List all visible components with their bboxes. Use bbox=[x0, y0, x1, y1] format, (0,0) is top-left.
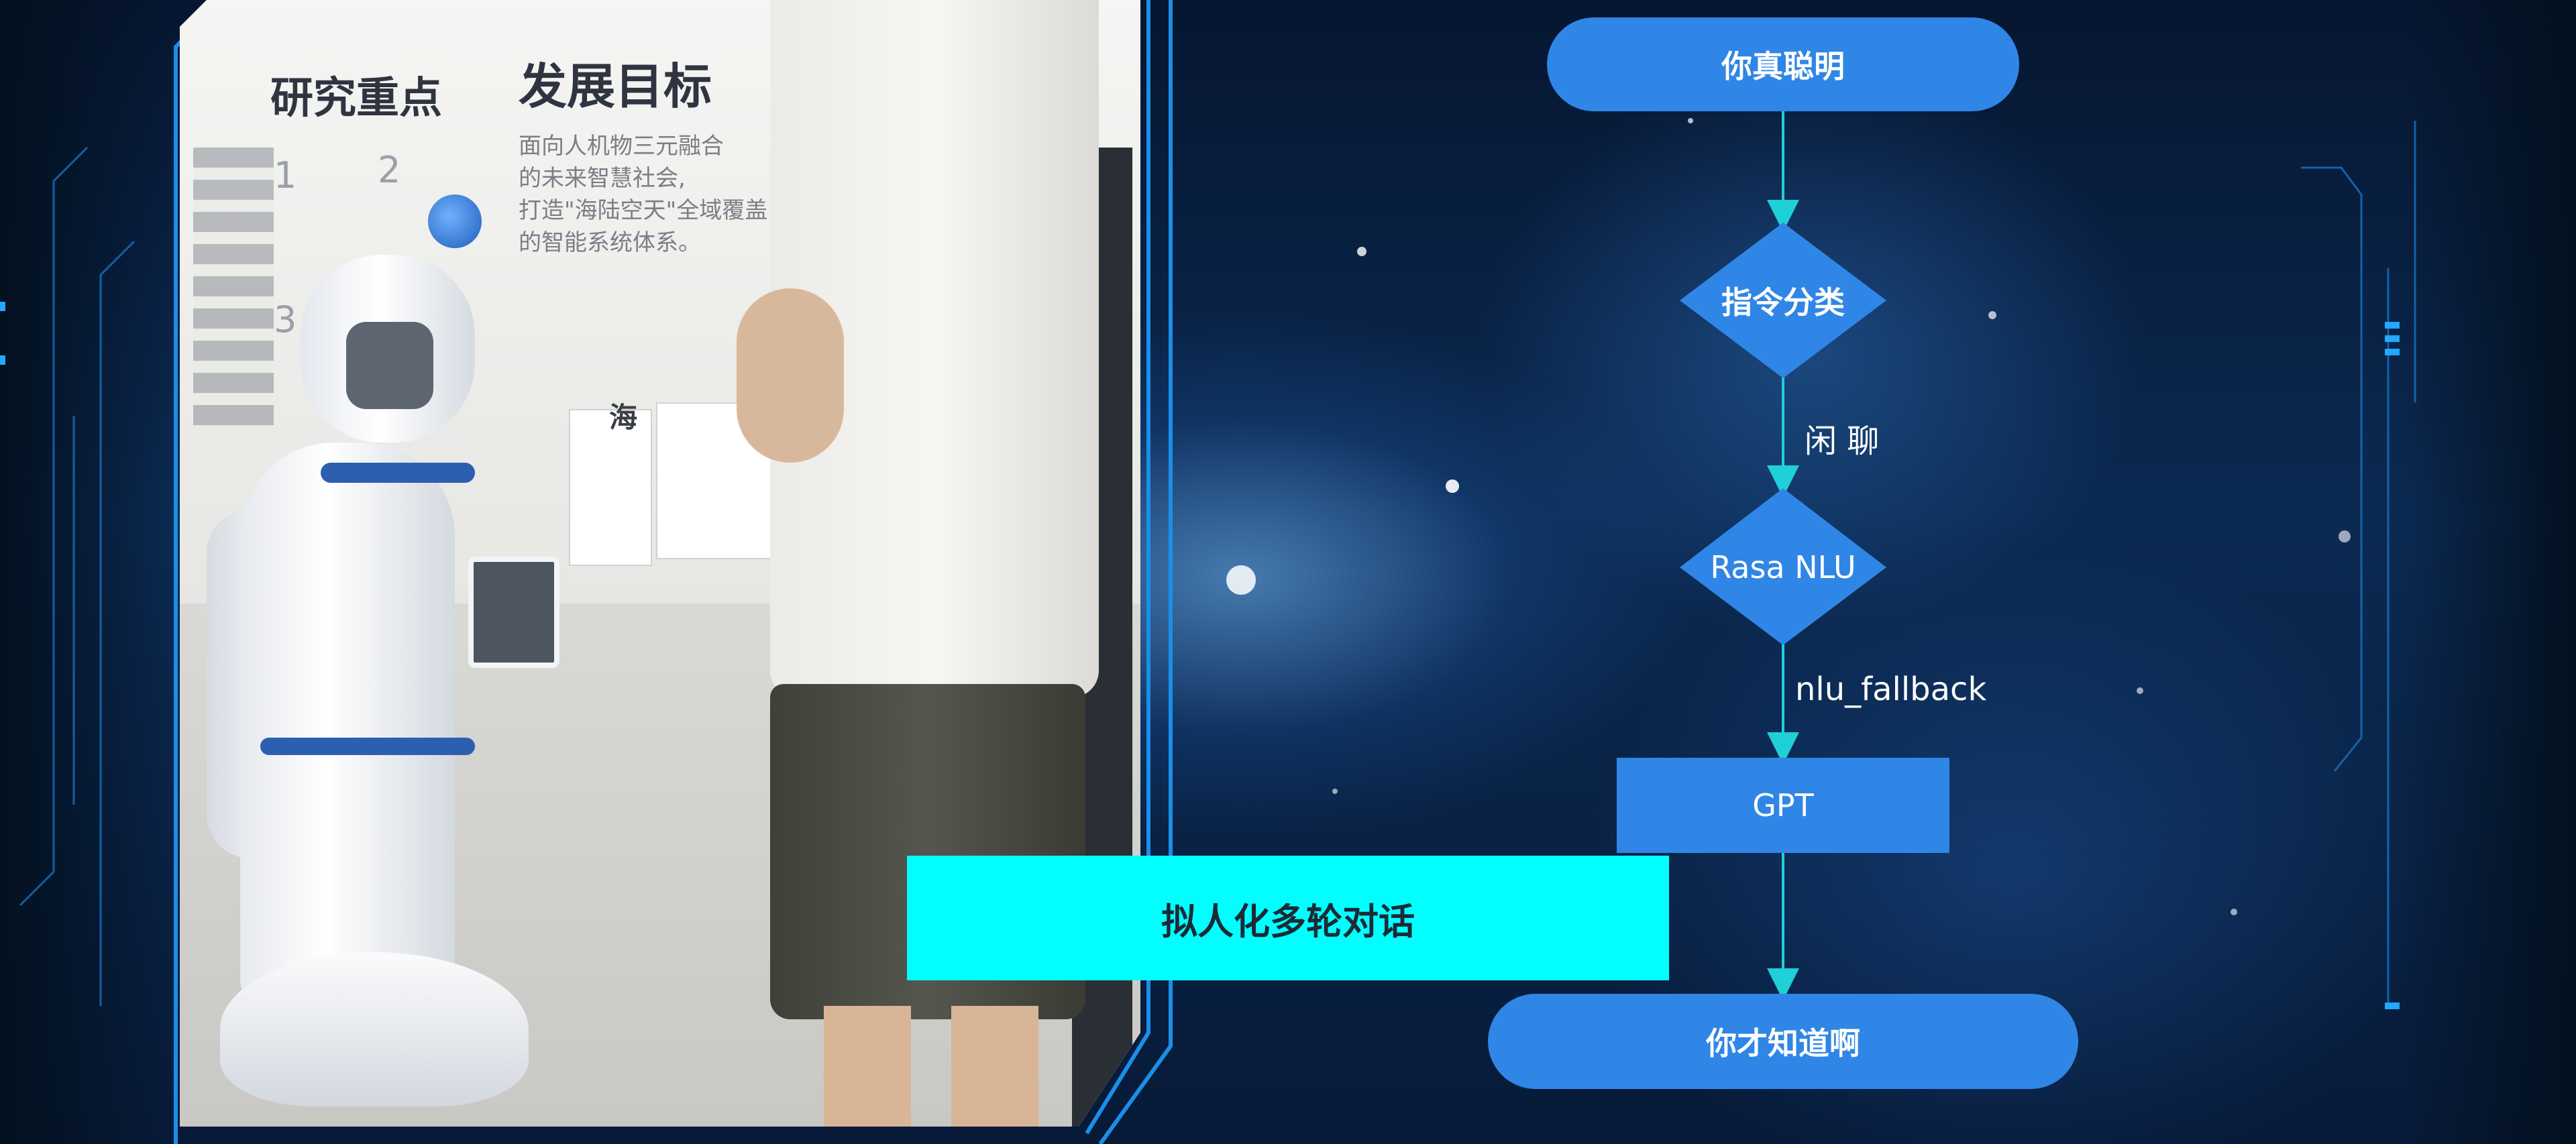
start-node: 你真聪明 bbox=[1547, 17, 2019, 111]
edge-fallback-label: nlu_fallback bbox=[1795, 671, 1987, 708]
end-node: 你才知道啊 bbox=[1488, 994, 2078, 1089]
slide: 研究重点 发展目标 面向人机物三元融合 的未来智慧社会, 打造"海陆空天"全域覆… bbox=[0, 0, 2576, 1144]
edge-chat-label: 闲 聊 bbox=[1805, 422, 1880, 460]
nlu-node-label: Rasa NLU bbox=[1710, 549, 1856, 585]
caption-banner: 拟人化多轮对话 bbox=[907, 856, 1669, 980]
classifier-node-label: 指令分类 bbox=[1721, 284, 1845, 321]
gpt-node: GPT bbox=[1617, 758, 1949, 853]
